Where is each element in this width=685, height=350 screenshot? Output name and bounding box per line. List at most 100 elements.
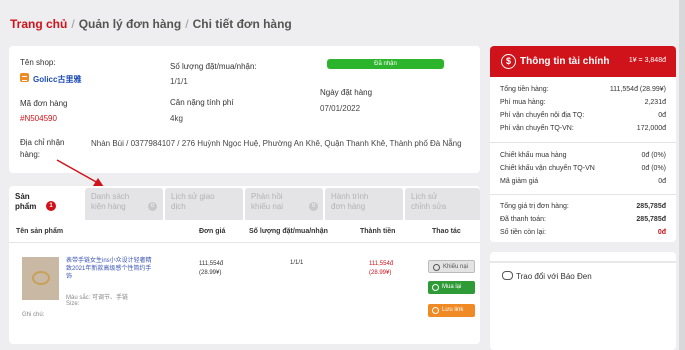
line-total-cny: (28.99¥) [369, 270, 392, 276]
finance-label: Phí mua hàng: [500, 99, 546, 106]
tab-count-badge: 0 [148, 202, 157, 211]
finance-row: Phí vận chuyển TQ-VN: 172,000đ [500, 125, 666, 132]
tab-packages[interactable]: Danh sách kiện hàng 0 [85, 188, 163, 220]
finance-label: Chiết khấu mua hàng [500, 152, 567, 159]
alert-icon [433, 264, 440, 271]
finance-card: $ Thông tin tài chính 1¥ = 3,848đ Tổng t… [490, 46, 676, 242]
divider [490, 142, 676, 143]
divider [9, 242, 480, 243]
finance-row: Chiết khấu vận chuyển TQ-VN 0đ (0%) [500, 165, 666, 172]
button-label: Mua lại [442, 284, 462, 290]
product-name-link[interactable]: 表带手链女生ins小众设计轻奢精 致2021年新款高级感个性简约手 饰 [66, 257, 161, 281]
finance-value: 2,231đ [644, 99, 666, 106]
finance-value: 111,554đ (28.99¥) [609, 86, 666, 93]
breadcrumb-separator: / [71, 17, 75, 31]
order-date-label: Ngày đặt hàng [320, 88, 373, 97]
chat-bubble-icon [502, 271, 513, 280]
cart-icon [432, 284, 439, 291]
exchange-rate: 1¥ = 3,848đ [628, 57, 666, 64]
shop-name-link[interactable]: Golicc古里雅 [33, 74, 81, 85]
link-icon [432, 307, 439, 314]
dollar-icon: $ [501, 54, 516, 69]
finance-row: Đã thanh toán: 285,785đ [500, 216, 666, 223]
product-note: Ghi chú: [22, 312, 45, 318]
rebuy-button[interactable]: Mua lại [428, 281, 475, 294]
tab-complaints[interactable]: Phản hồi khiếu nại 0 [245, 188, 323, 220]
unit-price: 111,554đ (28.99¥) [199, 260, 223, 278]
finance-label: Phí vận chuyển TQ-VN: [500, 125, 574, 132]
column-header-product-name: Tên sản phẩm [16, 228, 64, 235]
button-label: Lưu link [442, 307, 464, 313]
column-header-total: Thành tiền [360, 228, 396, 235]
order-info-card: Tên shop: Golicc古里雅 Số lượng đặt/mua/nhậ… [9, 46, 480, 173]
finance-label: Tổng tiền hàng: [500, 86, 549, 93]
finance-row: Mã giảm giá 0đ [500, 178, 666, 185]
finance-value: 0đ [658, 112, 666, 119]
address-label-line1: Địa chỉ nhận [20, 138, 65, 147]
product-color: Màu sắc: 可调节、手链 [66, 295, 129, 301]
shop-icon [20, 73, 29, 82]
column-header-quantity: Số lượng đặt/mua/nhận [249, 228, 328, 235]
finance-label: Chiết khấu vận chuyển TQ-VN [500, 165, 595, 172]
chat-title: Trao đổi với Báo Đen [516, 272, 592, 281]
shop-label: Tên shop: [20, 58, 56, 67]
product-name-line: 饰 [66, 274, 73, 280]
finance-label: Phí vận chuyển nội địa TQ: [500, 112, 585, 119]
scrollbar[interactable] [679, 0, 685, 350]
finance-title: Thông tin tài chính [520, 56, 610, 67]
finance-value: 0đ [657, 229, 666, 236]
save-link-button[interactable]: Lưu link [428, 304, 475, 317]
button-label: Khiếu nại [443, 264, 469, 270]
tab-label: đơn hàng [331, 202, 366, 211]
finance-row: Số tiền còn lại: 0đ [500, 229, 666, 236]
address-label-line2: hàng: [20, 150, 41, 159]
column-header-unit-price: Đơn giá [199, 228, 226, 235]
tab-label: chỉnh sửa [411, 202, 447, 211]
line-total: 111,554đ (28.99¥) [369, 260, 393, 278]
tab-transactions[interactable]: Lịch sử giao dịch [165, 188, 243, 220]
tab-label: phẩm [15, 202, 37, 211]
product-name-line: 表带手链女生ins小众设计轻奢精 [66, 258, 152, 264]
finance-row: Phí mua hàng: 2,231đ [500, 99, 666, 106]
chat-card: Trao đổi với Báo Đen [490, 252, 676, 350]
breadcrumb: Trang chủ / Quản lý đơn hàng / Chi tiết đơn … [10, 17, 292, 31]
tab-count-badge: 0 [309, 202, 318, 211]
breadcrumb-orders[interactable]: Quản lý đơn hàng [79, 17, 182, 31]
tab-label: Lịch sử giao [171, 192, 215, 201]
finance-value: 0đ (0%) [641, 165, 666, 172]
divider [490, 261, 676, 263]
order-date-value: 07/01/2022 [320, 104, 361, 113]
quantity-value: 1/1/1 [170, 77, 188, 86]
finance-row: Phí vận chuyển nội địa TQ: 0đ [500, 112, 666, 119]
quantity-label: Số lượng đặt/mua/nhận: [170, 62, 257, 71]
tab-order-journey[interactable]: Hành trình đơn hàng [325, 188, 403, 220]
order-code-label: Mã đơn hàng [20, 99, 68, 108]
unit-price-vnd: 111,554đ [199, 261, 224, 267]
tab-edit-history[interactable]: Lịch sử chỉnh sửa [405, 188, 480, 220]
weight-value: 4kg [170, 114, 183, 123]
finance-value: 285,785đ [636, 216, 666, 223]
quantity-cell: 1/1/1 [290, 260, 304, 266]
divider [490, 194, 676, 195]
order-code-value: #N504590 [20, 114, 57, 123]
product-thumbnail[interactable] [22, 257, 59, 300]
tab-label: khiếu nại [251, 202, 284, 211]
tab-count-badge: 1 [46, 201, 56, 211]
finance-value: 172,000đ [636, 125, 666, 132]
tab-products[interactable]: Sản phẩm 1 [9, 188, 76, 220]
finance-row: Chiết khấu mua hàng 0đ (0%) [500, 152, 666, 159]
breadcrumb-home[interactable]: Trang chủ [10, 17, 67, 31]
finance-label: Mã giảm giá [500, 178, 539, 185]
finance-label: Tổng giá trị đơn hàng: [500, 203, 569, 210]
address-value: Nhàn Bùi / 0377984107 / 276 Huỳnh Ngọc H… [91, 139, 462, 148]
tab-label: Lịch sử [411, 192, 438, 201]
order-tabs-card: Sản phẩm 1 Danh sách kiện hàng 0 Lịch sử… [9, 186, 480, 344]
tab-label: Hành trình [331, 192, 369, 201]
finance-label: Đã thanh toán: [500, 216, 546, 223]
tab-label: dịch [171, 202, 186, 211]
breadcrumb-current: Chi tiết đơn hàng [192, 17, 292, 31]
complain-button[interactable]: Khiếu nại [428, 260, 475, 273]
finance-row: Tổng giá trị đơn hàng: 285,785đ [500, 203, 666, 210]
finance-value: 285,785đ [636, 203, 666, 210]
product-size: Size: [66, 301, 80, 307]
